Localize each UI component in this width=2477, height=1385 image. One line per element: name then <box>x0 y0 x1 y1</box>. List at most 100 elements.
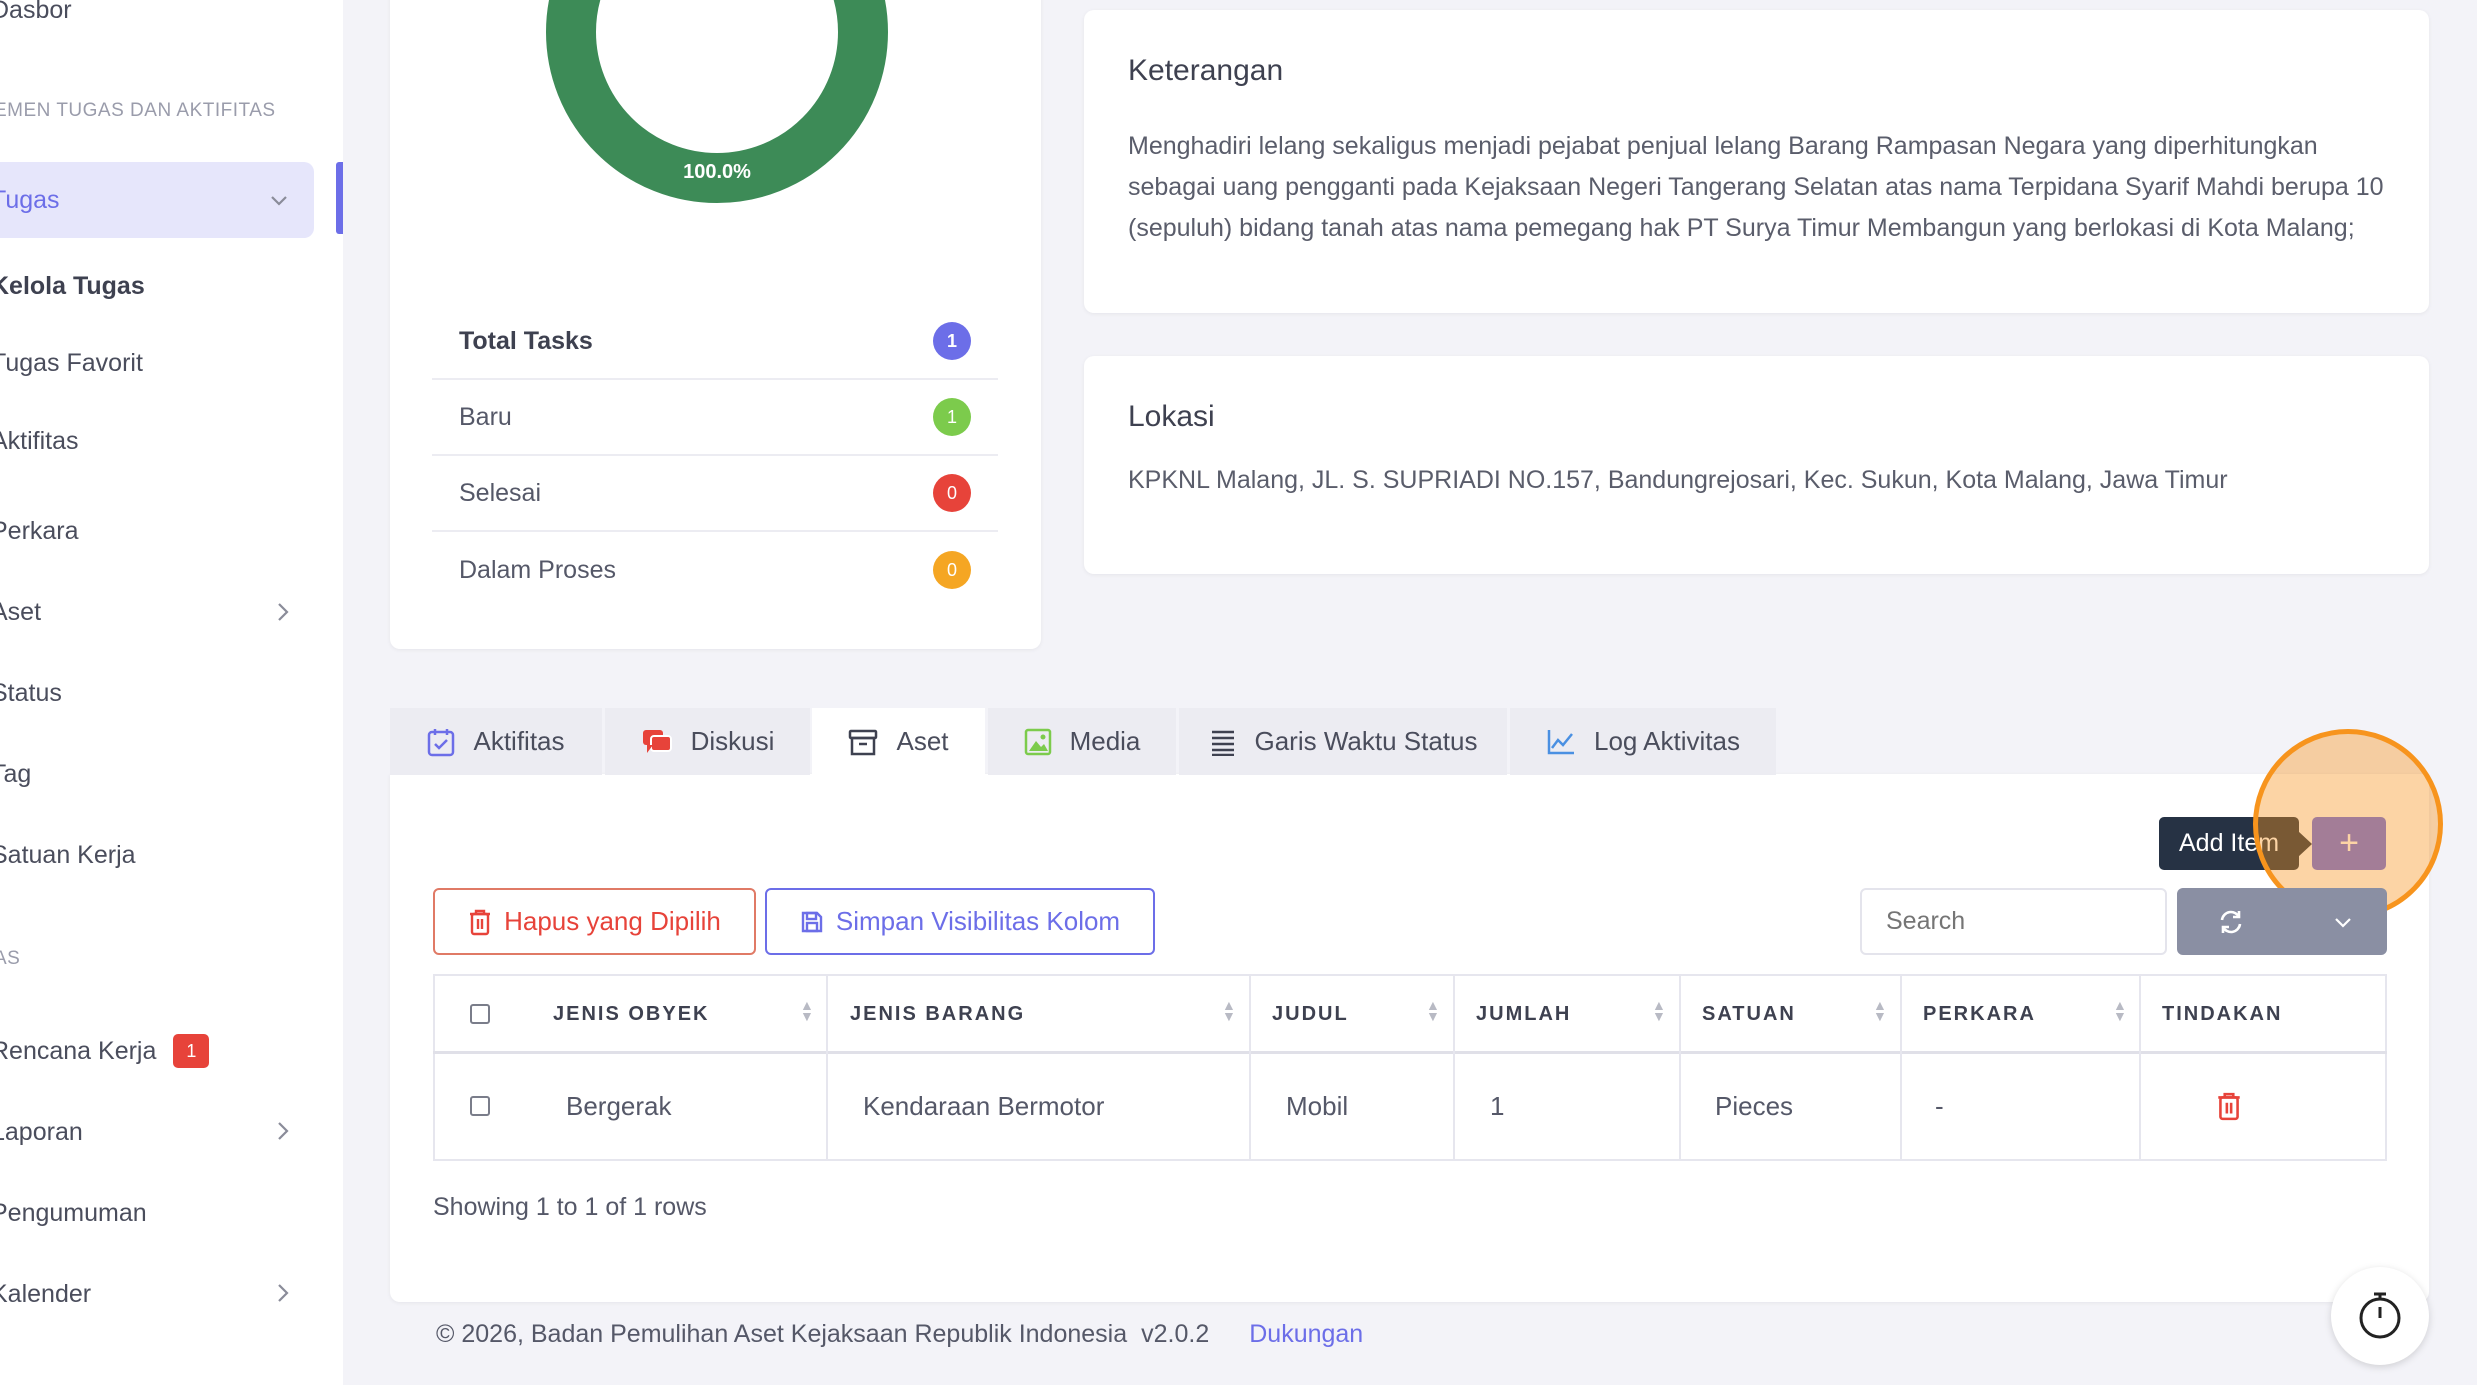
stat-label: Baru <box>459 402 512 431</box>
chevron-right-icon <box>278 603 289 621</box>
sidebar-item-label: Dasbor <box>0 0 72 24</box>
support-link[interactable]: Dukungan <box>1249 1320 1363 1349</box>
sidebar-item-tugas-favorit[interactable]: Tugas Favorit <box>0 343 152 383</box>
sidebar-item-label: Kelola Tugas <box>0 271 145 300</box>
button-label: Hapus yang Dipilih <box>504 906 721 936</box>
tab-label: Aktifitas <box>473 726 565 756</box>
refresh-button[interactable] <box>2177 888 2387 955</box>
copyright-text: © 2026, Badan Pemulihan Aset Kejaksaan R… <box>436 1320 1128 1348</box>
sort-icon[interactable]: ▲ ▼ <box>1426 998 1440 1023</box>
column-divider <box>1453 976 1455 1160</box>
sidebar-item-aset[interactable]: Aset <box>0 592 50 632</box>
tab-diskusi[interactable]: Diskusi <box>605 708 810 775</box>
page-footer: © 2026, Badan Pemulihan Aset Kejaksaan R… <box>436 1320 1363 1349</box>
sidebar-item-label: Satuan Kerja <box>0 840 136 869</box>
lokasi-card: Lokasi KPKNL Malang, JL. S. SUPRIADI NO.… <box>1084 356 2429 574</box>
header-label: JUMLAH <box>1476 1002 1572 1025</box>
keterangan-line: (sepuluh) bidang tanah atas nama pemegan… <box>1128 214 2355 242</box>
chevron-right-icon <box>278 1284 289 1302</box>
keterangan-text: Menghadiri lelang sekaligus menjadi peja… <box>1128 126 2384 249</box>
chevron-down-icon <box>271 196 287 206</box>
tab-media[interactable]: Media <box>988 708 1176 775</box>
sidebar-item-perkara[interactable]: Perkara <box>0 511 88 551</box>
sort-icon[interactable]: ▲ ▼ <box>800 998 814 1023</box>
task-donut-chart: 100.0% <box>546 0 888 203</box>
sidebar-item-status[interactable]: Status <box>0 673 71 713</box>
sort-icon[interactable]: ▲ ▼ <box>2113 998 2127 1023</box>
list-lines-icon <box>1211 730 1234 756</box>
chat-bubbles-icon <box>642 729 672 753</box>
sidebar-item-kelola-tugas[interactable]: Kelola Tugas <box>0 266 154 306</box>
header-label: JENIS BARANG <box>850 1002 1026 1025</box>
header-jenis-barang[interactable]: JENIS BARANG <box>850 976 1025 1052</box>
sidebar-active-indicator <box>336 162 343 234</box>
keterangan-line: sebagai uang pengganti pada Kejaksaan Ne… <box>1128 173 2384 201</box>
donut-percent-label: 100.0% <box>683 161 751 183</box>
chevron-down-icon <box>2335 918 2351 928</box>
sidebar-item-kalender[interactable]: Kalender <box>0 1274 100 1314</box>
delete-selected-button[interactable]: Hapus yang Dipilih <box>433 888 756 955</box>
sidebar-item-label: Rencana Kerja <box>0 1036 157 1065</box>
stat-label: Dalam Proses <box>459 555 616 584</box>
header-label: TINDAKAN <box>2162 1002 2283 1025</box>
donut-ring <box>546 0 888 203</box>
sort-icon[interactable]: ▲ ▼ <box>1652 998 1666 1023</box>
sidebar-item-tag[interactable]: Tag <box>0 754 40 794</box>
header-satuan[interactable]: SATUAN <box>1702 976 1796 1052</box>
stat-count-badge: 1 <box>933 322 971 360</box>
sidebar-item-laporan[interactable]: Laporan <box>0 1112 92 1152</box>
search-input[interactable] <box>1860 888 2167 955</box>
sidebar-item-tugas[interactable]: Tugas <box>0 180 69 220</box>
save-column-visibility-button[interactable]: Simpan Visibilitas Kolom <box>765 888 1155 955</box>
header-jumlah[interactable]: JUMLAH <box>1476 976 1571 1052</box>
version-text: v2.0.2 <box>1141 1320 1210 1348</box>
tab-garis-waktu-status[interactable]: Garis Waktu Status <box>1179 708 1507 775</box>
delete-row-icon[interactable] <box>2216 1091 2242 1121</box>
keterangan-line: Menghadiri lelang sekaligus menjadi peja… <box>1128 132 2318 160</box>
header-label: PERKARA <box>1923 1002 2036 1025</box>
stat-row-total: Total Tasks 1 <box>432 304 998 380</box>
header-label: SATUAN <box>1702 1002 1796 1025</box>
row-checkbox-cell <box>470 1054 490 1158</box>
sidebar-item-label: Aset <box>0 597 42 626</box>
row-checkbox[interactable] <box>470 1096 490 1116</box>
sidebar-item-satuan-kerja[interactable]: Satuan Kerja <box>0 835 145 875</box>
cell-jenis-barang: Kendaraan Bermotor <box>863 1090 1105 1121</box>
sidebar-item-dasbor[interactable]: Dasbor <box>0 0 81 30</box>
column-divider <box>826 976 828 1160</box>
header-perkara[interactable]: PERKARA <box>1923 976 2036 1052</box>
sort-icon[interactable]: ▲ ▼ <box>1873 998 1887 1023</box>
sidebar-section-tasks: EMEN TUGAS DAN AKTIFITAS <box>0 100 276 121</box>
line-chart-icon <box>1547 729 1574 754</box>
tab-aktifitas[interactable]: Aktifitas <box>390 708 602 775</box>
image-icon <box>1024 728 1051 755</box>
stat-count-badge: 0 <box>933 551 971 589</box>
tab-log-aktivitas[interactable]: Log Aktivitas <box>1510 708 1776 775</box>
sidebar-item-rencana-kerja[interactable]: Rencana Kerja 1 <box>0 1031 210 1071</box>
column-divider <box>1679 976 1681 1160</box>
sidebar-section-as: AS <box>0 948 21 969</box>
select-all-checkbox[interactable] <box>470 1004 490 1024</box>
tab-aset[interactable]: Aset <box>812 708 985 775</box>
sidebar: Dasbor EMEN TUGAS DAN AKTIFITAS Tugas Ke… <box>0 0 343 1385</box>
header-label: JUDUL <box>1272 1002 1349 1025</box>
sidebar-item-pengumuman[interactable]: Pengumuman <box>0 1193 156 1233</box>
sidebar-item-aktifitas[interactable]: Aktifitas <box>0 421 88 461</box>
save-icon <box>801 911 823 932</box>
timer-button[interactable] <box>2331 1267 2429 1365</box>
stat-row-dalam-proses: Dalam Proses 0 <box>432 532 998 608</box>
column-divider <box>1900 976 1902 1160</box>
table-header-divider <box>433 1051 2387 1054</box>
keterangan-card: Keterangan Menghadiri lelang sekaligus m… <box>1084 10 2429 313</box>
button-label: Simpan Visibilitas Kolom <box>835 906 1121 936</box>
sort-icon[interactable]: ▲ ▼ <box>1222 998 1236 1023</box>
lokasi-text: KPKNL Malang, JL. S. SUPRIADI NO.157, Ba… <box>1128 466 2228 494</box>
header-judul[interactable]: JUDUL <box>1272 976 1349 1052</box>
sidebar-item-label: Perkara <box>0 516 79 545</box>
sidebar-item-label: Laporan <box>0 1117 83 1146</box>
cell-satuan: Pieces <box>1715 1090 1794 1121</box>
header-jenis-obyek[interactable]: JENIS OBYEK <box>553 976 709 1052</box>
archive-box-icon <box>849 729 878 755</box>
table-pagination-info: Showing 1 to 1 of 1 rows <box>433 1193 707 1221</box>
stat-row-baru: Baru 1 <box>432 380 998 456</box>
